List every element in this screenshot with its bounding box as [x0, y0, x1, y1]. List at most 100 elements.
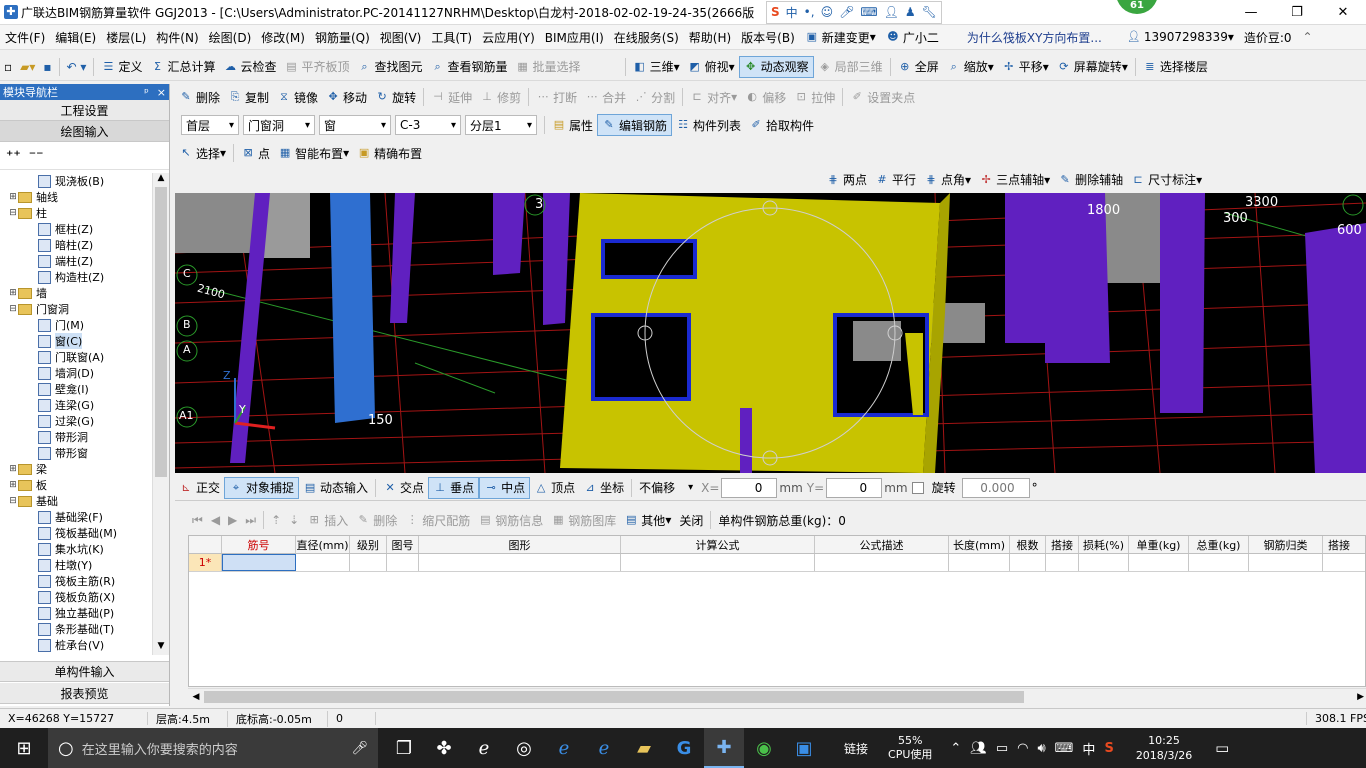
report-preview-button[interactable]: 报表预览 — [0, 683, 169, 704]
single-element-input-button[interactable]: 单构件输入 — [0, 661, 169, 682]
file-explorer-icon[interactable]: ▰ — [624, 728, 664, 768]
edit-rebar-button[interactable]: ✎ 编辑钢筋 — [597, 114, 673, 136]
offset-mode-select[interactable]: 不偏移 — [635, 478, 697, 498]
col-figure-no[interactable]: 图号 — [387, 536, 419, 553]
tree-item[interactable]: ⊞ 梁 — [0, 461, 152, 477]
grid-delete-button[interactable]: ✎ 删除 — [352, 509, 401, 531]
intersection-snap[interactable]: ✕ 交点 — [379, 477, 428, 499]
precise-layout-button[interactable]: ▣ 精确布置 — [353, 142, 426, 164]
expand-all-icon[interactable]: ⁺⁺ — [6, 148, 21, 164]
tray-chevron-icon[interactable]: ⌃ — [950, 741, 961, 756]
prev-record-icon[interactable]: ◀ — [207, 509, 224, 531]
expand-icon[interactable]: ⊞ — [8, 480, 18, 490]
people-icon[interactable]: 👥︎ — [970, 741, 987, 756]
col-lap[interactable]: 搭接 — [1046, 536, 1079, 553]
pick-element-button[interactable]: ✐ 拾取构件 — [745, 114, 818, 136]
tree-item[interactable]: 集水坑(K) — [0, 541, 152, 557]
task-view-icon[interactable]: ❐ — [384, 728, 424, 768]
menu-new-change[interactable]: ▣ 新建变更 ▾ — [800, 29, 881, 46]
copy-button[interactable]: ⎘ 复制 — [224, 86, 273, 108]
floor-select[interactable]: 首层 — [181, 115, 239, 135]
tree-item[interactable]: 门联窗(A) — [0, 349, 152, 365]
cell-formula-desc[interactable] — [815, 554, 949, 571]
find-element-button[interactable]: ⌕ 查找图元 — [354, 56, 427, 78]
notification-center-icon[interactable]: ▭ — [1202, 728, 1242, 768]
col-diameter[interactable]: 直径(mm) — [296, 536, 350, 553]
price-beans[interactable]: 造价豆:0 — [1239, 29, 1297, 46]
fullscreen-button[interactable]: ⊕ 全屏 — [894, 56, 943, 78]
rebar-info-button[interactable]: ▤ 钢筋信息 — [474, 509, 547, 531]
menu-cloud[interactable]: 云应用(Y) — [477, 29, 540, 46]
break-button[interactable]: ⋯ 打断 — [532, 86, 581, 108]
properties-button[interactable]: ▤ 属性 — [548, 114, 597, 136]
set-grip-button[interactable]: ✐ 设置夹点 — [846, 86, 919, 108]
dynamic-input-toggle[interactable]: ▤ 动态输入 — [299, 477, 372, 499]
cell-bar-no[interactable] — [222, 554, 296, 571]
menu-element[interactable]: 构件(N) — [151, 29, 203, 46]
menu-rebar-qty[interactable]: 钢筋量(Q) — [310, 29, 375, 46]
menu-bim[interactable]: BIM应用(I) — [540, 29, 609, 46]
first-record-icon[interactable]: ⏮ — [188, 509, 207, 531]
rotate-input[interactable]: 0.000 — [961, 477, 1030, 498]
account-phone[interactable]: 👤︎ 13907298339 ▾ — [1122, 30, 1239, 44]
select-button[interactable]: ↖ 选择 ▾ — [175, 142, 230, 164]
col-grade[interactable]: 级别 — [350, 536, 387, 553]
cell-count[interactable] — [1010, 554, 1046, 571]
tree-item[interactable]: 连梁(G) — [0, 397, 152, 413]
col-length[interactable]: 长度(mm) — [949, 536, 1010, 553]
user-icon[interactable]: 👤︎ — [884, 5, 899, 19]
cell-length[interactable] — [949, 554, 1010, 571]
3d-button[interactable]: ◧ 三维 ▾ — [629, 56, 684, 78]
point-angle-axis-button[interactable]: ⋕ 点角 ▾ — [920, 169, 975, 191]
screen-rotate-button[interactable]: ⟳ 屏幕旋转 ▾ — [1053, 56, 1132, 78]
menu-modify[interactable]: 修改(M) — [256, 29, 310, 46]
menu-floor[interactable]: 楼层(L) — [101, 29, 151, 46]
volume-icon[interactable]: 🔊︎ — [1037, 741, 1045, 756]
3d-viewport[interactable]: C B A A1 3300 1800 300 600 2100 150 3 Z … — [175, 193, 1366, 473]
keyboard-icon[interactable]: ⌨ — [860, 5, 877, 19]
menu-assistant[interactable]: ☻ 广小二 — [881, 29, 944, 46]
tree-item[interactable]: ⊞ 墙 — [0, 285, 152, 301]
ime-lang[interactable]: 中 — [786, 4, 798, 21]
cell-shape[interactable] — [419, 554, 621, 571]
orbit-button[interactable]: ✥ 动态观察 — [738, 55, 814, 78]
menu-draw[interactable]: 绘图(D) — [204, 29, 257, 46]
project-settings-button[interactable]: 工程设置 — [0, 100, 169, 121]
menu-file[interactable]: 文件(F) — [0, 29, 50, 46]
parallel-axis-button[interactable]: # 平行 — [871, 169, 920, 191]
clock[interactable]: 10:25 2018/3/26 — [1136, 733, 1192, 763]
cell-unit-weight[interactable] — [1129, 554, 1189, 571]
split-button[interactable]: ⋰ 分割 — [630, 86, 679, 108]
delete-button[interactable]: ✎ 删除 — [175, 86, 224, 108]
x-input[interactable]: 0 — [721, 477, 778, 498]
expand-icon[interactable]: ⌃ — [1303, 30, 1313, 44]
menu-edit[interactable]: 编辑(E) — [50, 29, 101, 46]
menu-online[interactable]: 在线服务(S) — [609, 29, 684, 46]
tree-item[interactable]: 带形窗 — [0, 445, 152, 461]
perpendicular-snap[interactable]: ⊥ 垂点 — [428, 476, 480, 499]
ggj-app-icon[interactable]: ✚ — [704, 728, 744, 768]
insert-button[interactable]: ⊞ 插入 — [303, 509, 352, 531]
expand-icon[interactable]: ⊞ — [8, 288, 18, 298]
dimension-button[interactable]: ⊏ 尺寸标注 ▾ — [1127, 169, 1206, 191]
rotate-checkbox[interactable] — [911, 481, 924, 494]
cell-formula[interactable] — [621, 554, 815, 571]
col-lap-2[interactable]: 搭接 — [1323, 536, 1355, 553]
define-button[interactable]: ☰ 定义 — [97, 56, 146, 78]
coordinate-snap[interactable]: ⊿ 坐标 — [579, 477, 628, 499]
last-record-icon[interactable]: ⏭ — [241, 509, 260, 531]
other-button[interactable]: ▤ 其他 ▾ — [620, 509, 675, 531]
cloud-check-button[interactable]: ☁ 云检查 — [219, 56, 280, 78]
tree-item[interactable]: 壁龛(I) — [0, 381, 152, 397]
merge-button[interactable]: ⋯ 合并 — [581, 86, 630, 108]
batch-select-button[interactable]: ▦ 批量选择 — [512, 56, 585, 78]
input-lang[interactable]: 中 — [1082, 739, 1095, 758]
element-select[interactable]: C-3 — [395, 115, 461, 135]
start-icon[interactable]: ⊞ — [0, 728, 48, 768]
align-button[interactable]: ⊏ 对齐 ▾ — [686, 86, 741, 108]
close-grid-button[interactable]: 关闭 — [675, 509, 707, 531]
taskbar-search[interactable]: ○ 在这里输入你要搜索的内容 🎤︎ — [48, 728, 378, 768]
tree-scrollbar[interactable]: ▲ ▼ — [152, 173, 169, 655]
move-up-icon[interactable]: ⇡ — [267, 509, 285, 531]
question-link[interactable]: 为什么筏板XY方向布置... — [962, 29, 1122, 46]
